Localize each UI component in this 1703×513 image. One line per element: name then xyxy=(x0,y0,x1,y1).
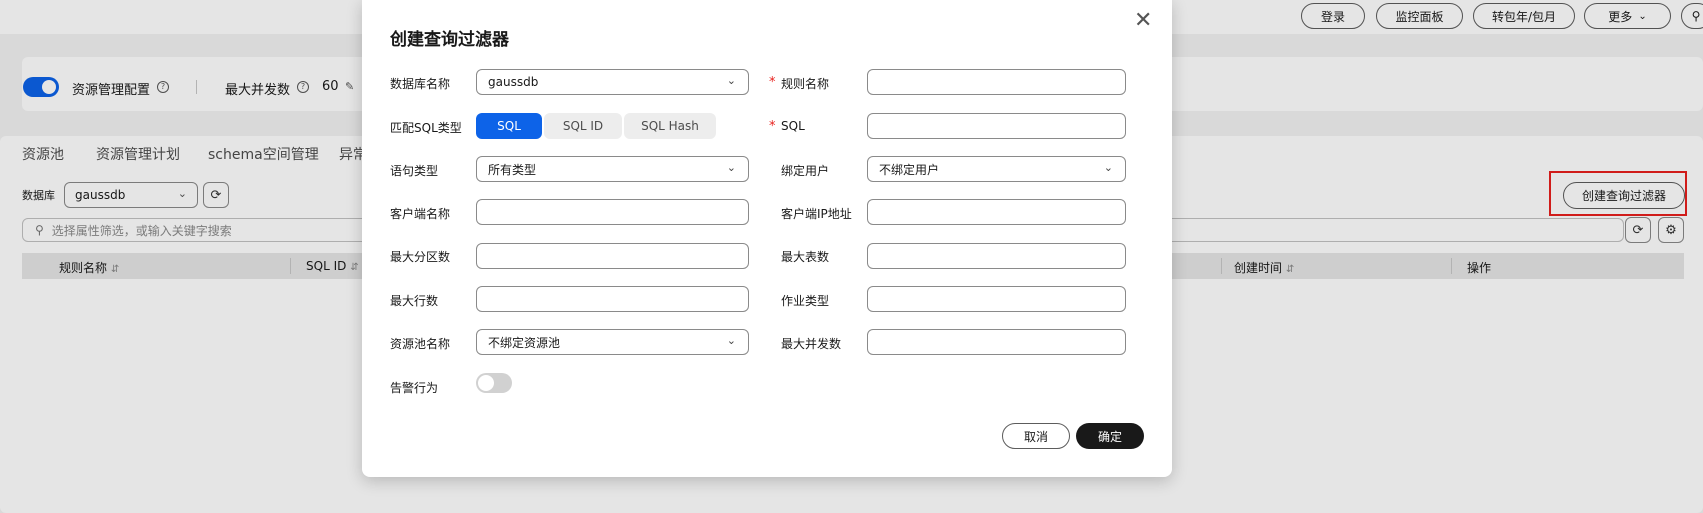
stmt-type-select[interactable]: 所有类型 ⌄ xyxy=(476,156,749,182)
chevron-down-icon: ⌄ xyxy=(1103,161,1113,174)
sql-input[interactable] xyxy=(867,113,1126,139)
max-rows-label: 最大行数 xyxy=(390,294,439,308)
client-name-input[interactable] xyxy=(476,199,749,225)
job-type-input[interactable] xyxy=(867,286,1126,312)
max-concurrency-input[interactable] xyxy=(867,329,1126,355)
dialog-title: 创建查询过滤器 xyxy=(390,30,509,50)
client-name-label: 客户端名称 xyxy=(390,207,451,221)
max-tables-label: 最大表数 xyxy=(781,250,830,264)
create-query-filter-dialog: 创建查询过滤器 ✕ 数据库名称 gaussdb ⌄ * 规则名称 匹配SQL类型… xyxy=(362,0,1172,477)
db-name-value: gaussdb xyxy=(488,75,539,89)
required-mark: * xyxy=(769,119,776,134)
max-partition-input[interactable] xyxy=(476,243,749,269)
required-mark: * xyxy=(769,75,776,90)
chevron-down-icon: ⌄ xyxy=(726,334,736,347)
pool-name-label: 资源池名称 xyxy=(390,337,451,351)
db-name-label: 数据库名称 xyxy=(390,77,451,91)
job-type-label: 作业类型 xyxy=(781,294,830,308)
db-name-select[interactable]: gaussdb ⌄ xyxy=(476,69,749,95)
client-ip-label: 客户端IP地址 xyxy=(781,207,852,221)
bind-user-label: 绑定用户 xyxy=(781,164,830,178)
sql-label: SQL xyxy=(781,119,805,133)
match-type-sql[interactable]: SQL xyxy=(476,113,542,139)
match-type-label: 匹配SQL类型 xyxy=(390,121,462,135)
max-rows-input[interactable] xyxy=(476,286,749,312)
pool-name-value: 不绑定资源池 xyxy=(488,335,561,350)
rule-name-label: 规则名称 xyxy=(781,77,830,91)
chevron-down-icon: ⌄ xyxy=(726,74,736,87)
pool-name-select[interactable]: 不绑定资源池 ⌄ xyxy=(476,329,749,355)
match-type-sql-id[interactable]: SQL ID xyxy=(544,113,622,139)
close-icon[interactable]: ✕ xyxy=(1134,10,1152,32)
max-partition-label: 最大分区数 xyxy=(390,250,451,264)
stmt-type-label: 语句类型 xyxy=(390,164,439,178)
match-type-sql-hash[interactable]: SQL Hash xyxy=(624,113,716,139)
confirm-label: 确定 xyxy=(1097,429,1122,444)
chevron-down-icon: ⌄ xyxy=(726,161,736,174)
cancel-label: 取消 xyxy=(1023,429,1048,444)
cancel-button[interactable]: 取消 xyxy=(1002,423,1070,449)
stmt-type-value: 所有类型 xyxy=(488,162,537,177)
rule-name-input[interactable] xyxy=(867,69,1126,95)
alarm-toggle[interactable] xyxy=(476,373,512,393)
bind-user-value: 不绑定用户 xyxy=(879,162,940,177)
max-concurrency-field-label: 最大并发数 xyxy=(781,337,842,351)
client-ip-input[interactable] xyxy=(867,199,1126,225)
bind-user-select[interactable]: 不绑定用户 ⌄ xyxy=(867,156,1126,182)
confirm-button[interactable]: 确定 xyxy=(1076,423,1144,449)
max-tables-input[interactable] xyxy=(867,243,1126,269)
alarm-label: 告警行为 xyxy=(390,381,439,395)
